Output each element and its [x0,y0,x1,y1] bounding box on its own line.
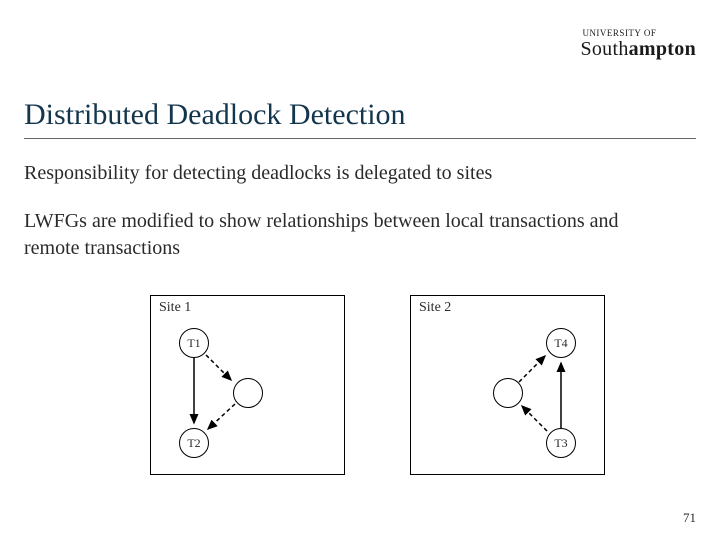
paragraph-2: LWFGs are modified to show relationships… [24,208,674,262]
node-t1: T1 [179,328,209,358]
site-2-box: Site 2 T4 T3 [410,295,605,475]
page-number: 71 [683,510,696,526]
paragraph-1: Responsibility for detecting deadlocks i… [24,160,492,186]
site-1-label: Site 1 [159,300,191,316]
site-2-label: Site 2 [419,300,451,316]
node-t2: T2 [179,428,209,458]
node-t3: T3 [546,428,576,458]
slide-title: Distributed Deadlock Detection [24,98,406,132]
site-1-box: Site 1 T1 T2 [150,295,345,475]
node-external-1 [233,378,263,408]
logo-subtitle: UNIVERSITY OF [582,28,696,38]
university-logo: UNIVERSITY OF Southampton [580,28,696,61]
title-underline [24,138,696,139]
node-external-2 [493,378,523,408]
logo-title: Southampton [580,38,696,61]
node-t4: T4 [546,328,576,358]
